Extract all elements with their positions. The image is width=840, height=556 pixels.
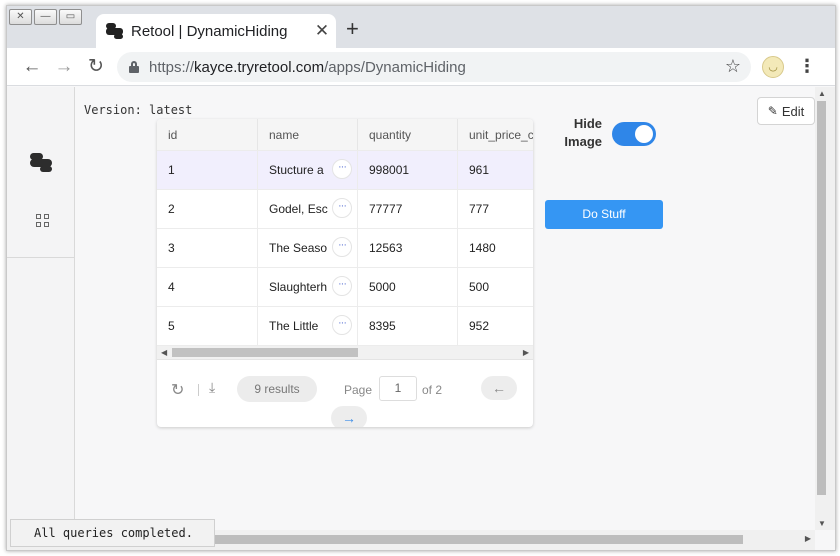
table-component: id name quantity unit_price_c 1 Stucture… xyxy=(157,119,533,427)
page-number-input[interactable]: 1 xyxy=(379,376,417,401)
new-tab-button[interactable]: + xyxy=(346,18,359,40)
column-header-id[interactable]: id xyxy=(157,119,258,150)
retool-logo-icon[interactable] xyxy=(30,153,54,173)
address-bar[interactable]: https://kayce.tryretool.com/apps/Dynamic… xyxy=(117,52,751,82)
table-row[interactable]: 2 Godel, Esc ··· 77777 777 xyxy=(157,190,533,229)
cell-quantity: 998001 xyxy=(358,151,458,189)
hide-image-toggle[interactable] xyxy=(612,122,656,146)
column-header-unit-price[interactable]: unit_price_c xyxy=(458,119,533,150)
active-tab[interactable]: Retool | DynamicHiding ✕ xyxy=(96,14,336,48)
tab-close-icon[interactable]: ✕ xyxy=(308,21,336,41)
hide-image-label-line1: Hide xyxy=(573,116,602,131)
cell-id: 4 xyxy=(157,268,258,306)
cell-unit-price: 777 xyxy=(469,202,490,216)
column-header-name[interactable]: name xyxy=(258,119,358,150)
retool-logo-icon xyxy=(106,23,124,39)
more-icon[interactable]: ··· xyxy=(332,237,352,257)
cell-unit-price: 961 xyxy=(469,163,490,177)
cell-name-text: Godel, Esc xyxy=(269,202,328,216)
column-header-quantity[interactable]: quantity xyxy=(358,119,458,150)
page-total-label: of 2 xyxy=(422,383,443,397)
more-icon[interactable]: ··· xyxy=(332,198,352,218)
do-stuff-button[interactable]: Do Stuff xyxy=(545,200,663,229)
cell-quantity: 12563 xyxy=(358,229,458,267)
scrollbar-thumb[interactable] xyxy=(172,348,358,357)
hide-image-label-line2: Image xyxy=(564,134,602,149)
scroll-down-icon[interactable]: ▼ xyxy=(818,519,826,528)
left-sidebar xyxy=(7,87,75,530)
cell-name-text: The Seaso xyxy=(269,241,328,255)
table-row[interactable]: 4 Slaughterh ··· 5000 500 xyxy=(157,268,533,307)
results-count-badge: 9 results xyxy=(237,376,317,402)
url-text: https://kayce.tryretool.com/apps/Dynamic… xyxy=(149,58,466,76)
cell-name: Stucture a ··· xyxy=(258,151,358,189)
close-window-button[interactable]: ✕ xyxy=(9,9,32,25)
table-horizontal-scrollbar[interactable]: ◀ ▶ xyxy=(157,346,533,360)
browser-window: ✕ — ▭ Retool | DynamicHiding ✕ + ← → ↻ h… xyxy=(6,5,836,551)
cell-quantity: 8395 xyxy=(358,307,458,345)
reload-icon[interactable]: ↻ xyxy=(83,54,109,80)
cell-unit-price: 1480 xyxy=(469,241,496,255)
scrollbar-thumb[interactable] xyxy=(817,101,826,495)
cell-id: 3 xyxy=(157,229,258,267)
refresh-icon[interactable]: ↻ xyxy=(171,380,184,400)
cell-name-text: Slaughterh xyxy=(269,280,328,294)
table-header: id name quantity unit_price_c xyxy=(157,119,533,151)
table-footer: ↻ ⤓ 9 results Page 1 of 2 ← → xyxy=(157,360,533,427)
cell-unit-price: 952 xyxy=(469,319,490,333)
cell-id: 2 xyxy=(157,190,258,228)
footer-divider xyxy=(198,384,199,396)
toggle-knob xyxy=(635,125,653,143)
page-label: Page xyxy=(344,383,373,397)
components-grid-icon[interactable] xyxy=(36,214,49,227)
forward-arrow-icon[interactable]: → xyxy=(51,54,77,80)
cell-name: Slaughterh ··· xyxy=(258,268,358,306)
table-row[interactable]: 3 The Seaso ··· 12563 1480 xyxy=(157,229,533,268)
more-icon[interactable]: ··· xyxy=(332,159,352,179)
more-icon[interactable]: ··· xyxy=(332,276,352,296)
page-vertical-scrollbar[interactable]: ▲ ▼ xyxy=(815,87,835,530)
more-icon[interactable]: ··· xyxy=(332,315,352,335)
version-label: Version: latest xyxy=(84,103,193,117)
scroll-up-icon[interactable]: ▲ xyxy=(818,89,826,98)
cell-name: The Seaso ··· xyxy=(258,229,358,267)
cell-id: 5 xyxy=(157,307,258,345)
profile-avatar[interactable]: ◡ xyxy=(762,56,784,78)
edit-button[interactable]: ✎ Edit xyxy=(757,97,815,125)
tab-title: Retool | DynamicHiding xyxy=(131,22,288,40)
status-bar: All queries completed. xyxy=(10,519,215,547)
scroll-left-icon[interactable]: ◀ xyxy=(161,346,167,360)
scroll-right-icon[interactable]: ▶ xyxy=(805,534,811,543)
download-icon[interactable]: ⤓ xyxy=(209,379,215,396)
back-arrow-icon[interactable]: ← xyxy=(19,54,45,80)
browser-menu-icon[interactable]: ⋮ xyxy=(797,53,817,81)
cell-quantity: 77777 xyxy=(358,190,458,228)
minimize-window-button[interactable]: — xyxy=(34,9,57,25)
maximize-window-button[interactable]: ▭ xyxy=(59,9,82,25)
cell-unit-price: 500 xyxy=(469,280,490,294)
cell-name: Godel, Esc ··· xyxy=(258,190,358,228)
table-row[interactable]: 1 Stucture a ··· 998001 961 xyxy=(157,151,533,190)
hide-image-label: Hide Image xyxy=(562,115,602,151)
retool-app: Version: latest ✎ Edit id name quantity … xyxy=(7,87,815,530)
window-controls: ✕ — ▭ xyxy=(9,9,82,25)
cell-name: The Little ··· xyxy=(258,307,358,345)
tab-strip: ✕ — ▭ Retool | DynamicHiding ✕ + xyxy=(7,6,835,48)
sidebar-divider xyxy=(7,257,75,258)
scroll-right-icon[interactable]: ▶ xyxy=(523,346,529,360)
scrollbar-thumb[interactable] xyxy=(215,535,743,544)
table-row[interactable]: 5 The Little ··· 8395 952 xyxy=(157,307,533,346)
edit-label: Edit xyxy=(781,103,805,119)
cell-name-text: The Little xyxy=(269,319,319,333)
cell-quantity: 5000 xyxy=(358,268,458,306)
previous-page-button[interactable]: ← xyxy=(481,376,517,400)
next-page-button[interactable]: → xyxy=(331,406,367,427)
lock-icon xyxy=(129,61,139,73)
cell-name-text: Stucture a xyxy=(269,163,324,177)
cell-id: 1 xyxy=(157,151,258,189)
browser-toolbar: ← → ↻ https://kayce.tryretool.com/apps/D… xyxy=(7,48,835,86)
pencil-icon: ✎ xyxy=(767,104,778,118)
bookmark-star-icon[interactable]: ☆ xyxy=(725,56,741,77)
